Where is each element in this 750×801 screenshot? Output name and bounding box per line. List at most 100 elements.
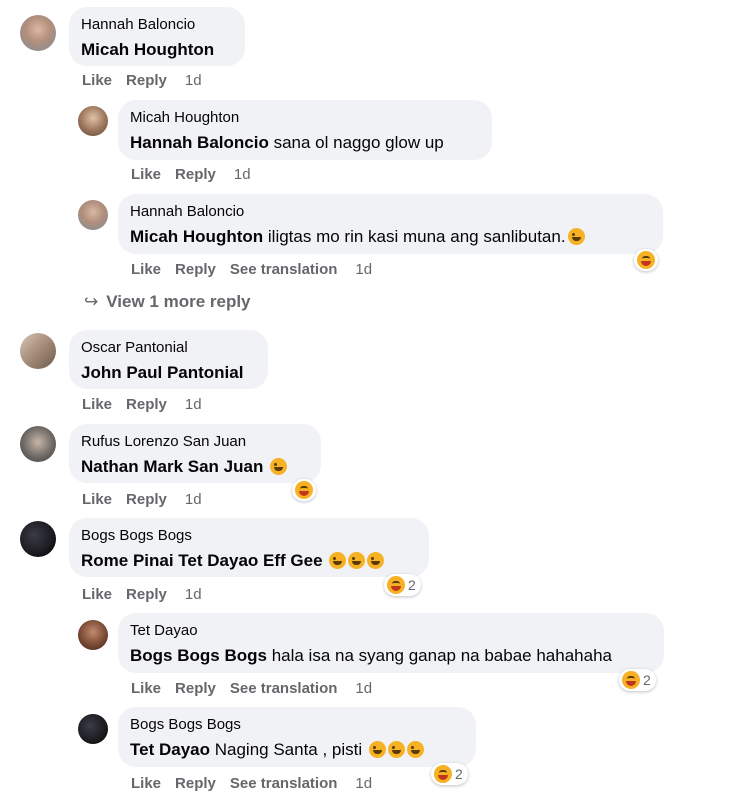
reaction-badge[interactable] [634, 249, 658, 271]
see-translation-link[interactable]: See translation [230, 261, 338, 278]
reply-button[interactable]: Reply [126, 396, 167, 413]
rofl-emoji-icon [387, 741, 405, 758]
comment-body: hala isa na syang ganap na babae hahahah… [271, 646, 612, 665]
reply-button[interactable]: Reply [175, 680, 216, 697]
timestamp[interactable]: 1d [185, 72, 202, 89]
comment-actions: Like Reply 1d [82, 72, 216, 90]
avatar[interactable] [78, 620, 108, 650]
comment-bubble: Micah Houghton Hannah Baloncio sana ol n… [118, 100, 492, 160]
reaction-badge[interactable]: 2 [619, 669, 656, 691]
timestamp[interactable]: 1d [185, 491, 202, 508]
comment-actions: Like Reply 1d [131, 166, 265, 184]
comment-text: Nathan Mark San Juan [81, 456, 309, 478]
mention-link[interactable]: Nathan Mark San Juan [81, 457, 263, 476]
avatar[interactable] [20, 426, 56, 462]
comment-bubble: Rufus Lorenzo San Juan Nathan Mark San J… [69, 424, 321, 483]
comment-author[interactable]: Hannah Baloncio [130, 203, 651, 221]
mention-link[interactable]: Hannah Baloncio [130, 133, 269, 152]
reply-button[interactable]: Reply [126, 586, 167, 603]
comment-text: John Paul Pantonial [81, 362, 256, 384]
haha-reaction-icon [387, 576, 405, 594]
rofl-emoji-icon [329, 552, 347, 569]
comment-bubble: Bogs Bogs Bogs Tet Dayao Naging Santa , … [118, 707, 476, 767]
comment-bubble: Tet Dayao Bogs Bogs Bogs hala isa na sya… [118, 613, 664, 673]
haha-reaction-icon [637, 251, 655, 269]
see-translation-link[interactable]: See translation [230, 680, 338, 697]
reply-button[interactable]: Reply [175, 775, 216, 792]
haha-reaction-icon [434, 765, 452, 783]
reply-button[interactable]: Reply [175, 166, 216, 183]
like-button[interactable]: Like [131, 680, 161, 697]
comment-actions: Like Reply 1d [82, 586, 216, 604]
comment-body: sana ol naggo glow up [273, 133, 444, 152]
comment-author[interactable]: Oscar Pantonial [81, 339, 256, 357]
haha-reaction-icon [295, 481, 313, 499]
comment-actions: Like Reply 1d [82, 396, 216, 414]
rofl-emoji-icon [368, 741, 386, 758]
timestamp[interactable]: 1d [355, 680, 372, 697]
avatar[interactable] [78, 106, 108, 136]
mention-link[interactable]: Tet Dayao [130, 740, 210, 759]
timestamp[interactable]: 1d [355, 261, 372, 278]
reaction-count: 2 [455, 766, 463, 782]
timestamp[interactable]: 1d [185, 586, 202, 603]
comment-bubble: Hannah Baloncio Micah Houghton [69, 7, 245, 66]
comment-body: iligtas mo rin kasi muna ang sanlibutan. [267, 227, 566, 246]
avatar[interactable] [78, 714, 108, 744]
comment-text: Rome Pinai Tet Dayao Eff Gee [81, 550, 417, 572]
mention-link[interactable]: Bogs Bogs Bogs [130, 646, 267, 665]
view-more-replies-link[interactable]: ↪ View 1 more reply [84, 292, 251, 312]
grin-sweat-emoji-icon [567, 228, 585, 245]
comment-actions: Like Reply See translation 1d [131, 775, 386, 793]
comment-bubble: Hannah Baloncio Micah Houghton iligtas m… [118, 194, 663, 254]
comment-author[interactable]: Rufus Lorenzo San Juan [81, 433, 309, 451]
like-button[interactable]: Like [82, 72, 112, 89]
comment-text: Micah Houghton iligtas mo rin kasi muna … [130, 226, 651, 248]
comment-author[interactable]: Hannah Baloncio [81, 16, 233, 34]
mention-link[interactable]: Micah Houghton [130, 227, 263, 246]
mention-link[interactable]: Rome Pinai Tet Dayao Eff Gee [81, 551, 323, 570]
mention-link[interactable]: Micah Houghton [81, 40, 214, 59]
reaction-badge[interactable]: 2 [431, 763, 468, 785]
comment-author[interactable]: Micah Houghton [130, 109, 480, 127]
timestamp[interactable]: 1d [355, 775, 372, 792]
reply-arrow-icon: ↪ [84, 292, 99, 311]
avatar[interactable] [20, 333, 56, 369]
reaction-count: 2 [643, 672, 651, 688]
view-more-label: View 1 more reply [106, 292, 251, 311]
like-button[interactable]: Like [82, 491, 112, 508]
reply-button[interactable]: Reply [175, 261, 216, 278]
timestamp[interactable]: 1d [234, 166, 251, 183]
haha-reaction-icon [622, 671, 640, 689]
avatar[interactable] [20, 15, 56, 51]
comment-body: Naging Santa , pisti [214, 740, 363, 759]
comment-bubble: Oscar Pantonial John Paul Pantonial [69, 330, 268, 389]
grin-sweat-emoji-icon [270, 458, 288, 475]
rofl-emoji-icon [367, 552, 385, 569]
reaction-badge[interactable] [292, 479, 316, 501]
mention-link[interactable]: John Paul Pantonial [81, 363, 243, 382]
comment-actions: Like Reply 1d [82, 491, 216, 509]
avatar[interactable] [20, 521, 56, 557]
comment-actions: Like Reply See translation 1d [131, 261, 386, 279]
comment-text: Tet Dayao Naging Santa , pisti [130, 739, 464, 761]
timestamp[interactable]: 1d [185, 396, 202, 413]
comment-text: Bogs Bogs Bogs hala isa na syang ganap n… [130, 645, 652, 667]
comment-author[interactable]: Tet Dayao [130, 622, 652, 640]
reply-button[interactable]: Reply [126, 491, 167, 508]
comment-bubble: Bogs Bogs Bogs Rome Pinai Tet Dayao Eff … [69, 518, 429, 577]
like-button[interactable]: Like [131, 775, 161, 792]
reply-button[interactable]: Reply [126, 72, 167, 89]
comment-author[interactable]: Bogs Bogs Bogs [81, 527, 417, 545]
like-button[interactable]: Like [131, 261, 161, 278]
like-button[interactable]: Like [82, 586, 112, 603]
avatar[interactable] [78, 200, 108, 230]
reaction-badge[interactable]: 2 [384, 574, 421, 596]
like-button[interactable]: Like [82, 396, 112, 413]
comment-author[interactable]: Bogs Bogs Bogs [130, 716, 464, 734]
like-button[interactable]: Like [131, 166, 161, 183]
comment-actions: Like Reply See translation 1d [131, 680, 386, 698]
reaction-count: 2 [408, 577, 416, 593]
see-translation-link[interactable]: See translation [230, 775, 338, 792]
rofl-emoji-icon [348, 552, 366, 569]
